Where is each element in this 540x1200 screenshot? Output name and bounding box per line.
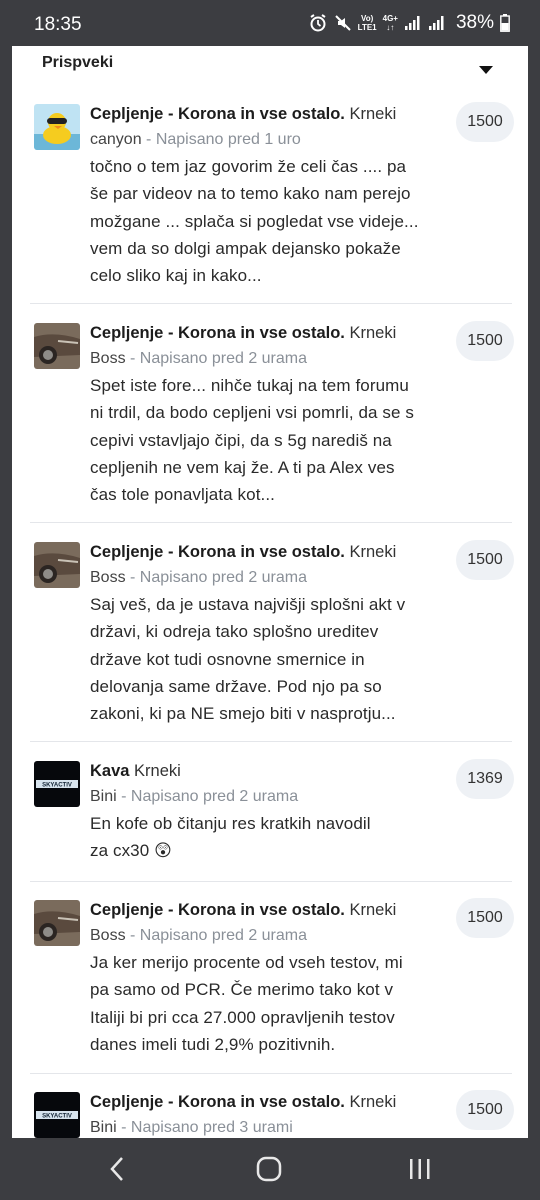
post-item[interactable]: Kava Krneki Bini - Napisano pred 2 urama… <box>90 758 420 865</box>
avatar[interactable] <box>34 900 80 946</box>
mute-icon <box>334 14 352 32</box>
post-meta: - Napisano pred 2 urama <box>125 569 308 586</box>
post-title[interactable]: Cepljenje - Korona in vse ostalo. <box>90 543 345 561</box>
post-excerpt: Spet iste fore... nihče tukaj na tem for… <box>90 376 414 505</box>
divider <box>30 881 512 882</box>
post-title[interactable]: Cepljenje - Korona in vse ostalo. <box>90 1093 345 1111</box>
post-author[interactable]: Bini <box>90 788 117 805</box>
post-author[interactable]: Bini <box>90 1119 117 1136</box>
post-title[interactable]: Kava <box>90 762 129 780</box>
status-bar: 18:35 Vo) LTE1 4G+ ↓↑ 38% <box>0 0 540 46</box>
post-meta: - Napisano pred 2 urama <box>125 350 308 367</box>
post-excerpt: Saj veš, da je ustava najvišji splošni a… <box>90 595 406 724</box>
post-item[interactable]: Cepljenje - Korona in vse ostalo. Krneki… <box>90 897 420 1058</box>
reply-count-badge: 1500 <box>456 102 514 142</box>
post-meta: - Napisano pred 2 urama <box>125 927 308 944</box>
post-title[interactable]: Cepljenje - Korona in vse ostalo. <box>90 324 345 342</box>
section-title: Prispveki <box>42 54 114 71</box>
posts-panel: Prispveki Cepljenje - Korona in vse osta… <box>12 46 528 1138</box>
lte-label: LTE1 <box>357 23 377 32</box>
post-forum[interactable]: Krneki <box>349 1093 396 1111</box>
post-item[interactable]: Cepljenje - Korona in vse ostalo. Krneki… <box>90 101 420 289</box>
back-icon[interactable] <box>108 1156 128 1187</box>
post-item[interactable]: Cepljenje - Korona in vse ostalo. Krneki… <box>90 1089 420 1138</box>
post-author[interactable]: canyon <box>90 131 142 148</box>
post-author[interactable]: Boss <box>90 927 126 944</box>
post-item[interactable]: Cepljenje - Korona in vse ostalo. Krneki… <box>90 320 420 508</box>
divider <box>30 1073 512 1074</box>
post-meta: - Napisano pred 3 urami <box>116 1119 293 1136</box>
post-excerpt: Ja ker merijo procente od vseh testov, m… <box>90 953 403 1054</box>
status-icons: Vo) LTE1 4G+ ↓↑ 38% <box>308 12 510 34</box>
skyactiv-label: SKYACTIV <box>42 783 72 789</box>
post-forum[interactable]: Krneki <box>349 324 396 342</box>
reply-count-badge: 1500 <box>456 898 514 938</box>
post-author[interactable]: Boss <box>90 569 126 586</box>
divider <box>30 522 512 523</box>
post-title[interactable]: Cepljenje - Korona in vse ostalo. <box>90 901 345 919</box>
skyactiv-label: SKYACTIV <box>42 1114 72 1120</box>
signal-icon-2 <box>428 15 446 31</box>
post-forum[interactable]: Krneki <box>349 543 396 561</box>
post-forum[interactable]: Krneki <box>349 105 396 123</box>
avatar[interactable] <box>34 323 80 369</box>
post-meta: - Napisano pred 1 uro <box>141 131 301 148</box>
reply-count-badge: 1500 <box>456 1090 514 1130</box>
network-type-label: 4G+ <box>382 14 398 23</box>
reply-count-badge: 1500 <box>456 540 514 580</box>
network-type-indicator: 4G+ ↓↑ <box>383 14 398 32</box>
avatar[interactable]: SKYACTIV <box>34 1092 80 1138</box>
post-title[interactable]: Cepljenje - Korona in vse ostalo. <box>90 105 345 123</box>
avatar[interactable] <box>34 542 80 588</box>
volte-label: Vo) <box>360 14 374 23</box>
divider <box>30 303 512 304</box>
alarm-icon <box>308 13 328 33</box>
data-arrows-icon: ↓↑ <box>386 23 395 32</box>
caret-down-icon[interactable] <box>478 62 494 74</box>
reply-count-badge: 1500 <box>456 321 514 361</box>
post-forum[interactable]: Krneki <box>134 762 181 780</box>
navigation-bar <box>0 1138 540 1200</box>
status-time: 18:35 <box>34 14 82 35</box>
avatar[interactable]: SKYACTIV <box>34 761 80 807</box>
post-excerpt: En kofe ob čitanju res kratkih navodil z… <box>90 814 371 861</box>
post-meta: - Napisano pred 2 urama <box>116 788 299 805</box>
battery-percent: 38% <box>455 12 494 33</box>
signal-icon <box>404 15 422 31</box>
divider <box>30 741 512 742</box>
post-item[interactable]: Cepljenje - Korona in vse ostalo. Krneki… <box>90 539 420 727</box>
reply-count-badge: 1369 <box>456 759 514 799</box>
post-author[interactable]: Boss <box>90 350 126 367</box>
volte-indicator: Vo) LTE1 <box>358 14 377 32</box>
battery-icon <box>500 14 510 32</box>
home-icon[interactable] <box>256 1156 282 1187</box>
post-forum[interactable]: Krneki <box>349 901 396 919</box>
recents-icon[interactable] <box>408 1156 432 1187</box>
avatar[interactable] <box>34 104 80 150</box>
post-excerpt: točno o tem jaz govorim že celi čas ....… <box>90 157 419 286</box>
